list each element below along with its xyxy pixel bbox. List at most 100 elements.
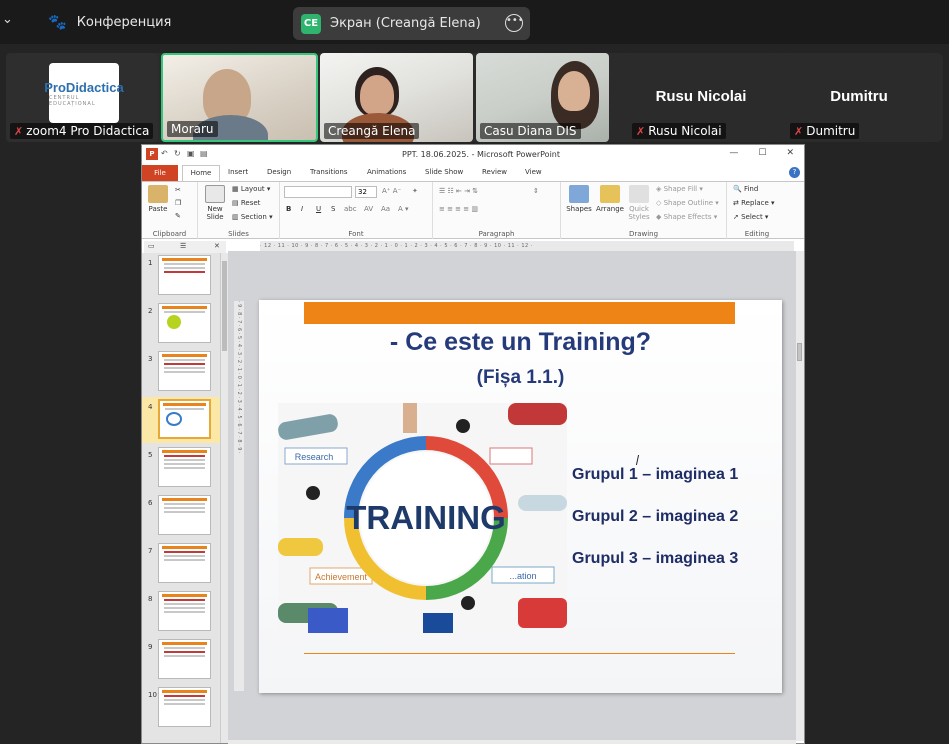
- case-icon[interactable]: Aa: [381, 205, 390, 213]
- tab-file[interactable]: File: [142, 165, 178, 181]
- bold-icon[interactable]: B: [286, 205, 291, 213]
- mic-muted-icon: ✗: [14, 124, 24, 138]
- shapes-icon: [569, 185, 589, 203]
- bullets-icon[interactable]: ☰ ☷ ⇤ ⇥ ⇅: [439, 187, 478, 195]
- slide-horizontal-scrollbar[interactable]: [228, 740, 796, 744]
- thumbnail-scrollbar[interactable]: [220, 253, 228, 743]
- copy-icon[interactable]: ❐: [175, 199, 181, 207]
- participant-video-face: [558, 71, 590, 111]
- arrange-button[interactable]: Arrange: [595, 185, 625, 213]
- open-icon[interactable]: ▤: [200, 149, 210, 159]
- participant-name: ✗ Dumitru: [790, 123, 860, 139]
- slide-thumbnail[interactable]: 2: [142, 301, 222, 347]
- screen-share-label: Экран (Creangă Elena): [330, 16, 481, 31]
- paw-icon: 🐾: [48, 13, 67, 31]
- group-1-label[interactable]: Grupul 1 – imaginea 1: [572, 466, 738, 484]
- participant-tile-creanga-elena[interactable]: Creangă Elena: [320, 53, 473, 142]
- close-pane-icon[interactable]: ✕: [214, 242, 220, 250]
- participant-tile-moraru[interactable]: Moraru: [161, 53, 318, 142]
- slides-tab-icon[interactable]: ▭: [148, 242, 155, 250]
- tab-design[interactable]: Design: [267, 168, 291, 176]
- group-slides: New Slide ▦ Layout ▾ ▤ Reset ▥ Section ▾…: [198, 182, 280, 239]
- participant-display-name: Rusu Nicolai: [655, 88, 747, 105]
- font-size-box[interactable]: 32: [355, 186, 377, 198]
- slide-thumbnail[interactable]: 3: [142, 349, 222, 395]
- new-slide-button[interactable]: New Slide: [202, 185, 228, 221]
- quick-styles-button[interactable]: Quick Styles: [625, 185, 653, 221]
- training-image[interactable]: Research Achievement ...ation TRAINING: [278, 403, 567, 633]
- slide-thumbnail[interactable]: 6: [142, 493, 222, 539]
- strike-icon[interactable]: abc: [344, 205, 357, 213]
- save-icon[interactable]: ▣: [187, 149, 197, 159]
- tag-ation: ...ation: [509, 571, 536, 581]
- conference-button[interactable]: 🐾 Конференция: [48, 13, 171, 31]
- slide-title[interactable]: - Ce este un Training?: [259, 328, 782, 357]
- clear-format-icon[interactable]: ✦: [412, 187, 418, 195]
- slide-subtitle[interactable]: (Fișa 1.1.): [259, 367, 782, 389]
- more-options-icon[interactable]: •••: [505, 14, 524, 32]
- cut-icon[interactable]: ✂: [175, 186, 181, 194]
- tab-view[interactable]: View: [525, 168, 542, 176]
- mic-muted-icon: ✗: [794, 124, 804, 138]
- select-button[interactable]: ➚ Select ▾: [733, 213, 768, 221]
- tab-home[interactable]: Home: [182, 165, 220, 182]
- tab-transitions[interactable]: Transitions: [310, 168, 348, 176]
- paste-button[interactable]: Paste: [145, 185, 171, 213]
- reset-button[interactable]: ▤ Reset: [232, 199, 260, 207]
- group-2-label[interactable]: Grupul 2 – imaginea 2: [572, 508, 738, 526]
- replace-button[interactable]: ⇄ Replace ▾: [733, 199, 775, 207]
- participant-tile-dumitru[interactable]: Dumitru ✗ Dumitru: [784, 53, 934, 142]
- vertical-ruler: · 9 · 8 · 7 · 6 · 5 · 4 · 3 · 2 · 1 · 0 …: [234, 301, 244, 691]
- pro-didactica-logo: ProDidactica CENTRUL EDUCAȚIONAL: [44, 63, 124, 123]
- redo-icon[interactable]: ↻: [174, 149, 184, 159]
- current-slide[interactable]: - Ce este un Training? (Fișa 1.1.) Resea…: [259, 300, 782, 693]
- text-direction-icon[interactable]: ⇕: [533, 187, 539, 195]
- group-3-label[interactable]: Grupul 3 – imaginea 3: [572, 550, 738, 568]
- participant-tile-rusu-nicolai[interactable]: Rusu Nicolai ✗ Rusu Nicolai: [626, 53, 776, 142]
- tab-insert[interactable]: Insert: [228, 168, 248, 176]
- participant-tile-casu-diana[interactable]: Casu Diana DIS: [476, 53, 609, 142]
- slide-thumbnail-selected[interactable]: 4: [142, 397, 222, 443]
- shape-outline-button[interactable]: ◇ Shape Outline ▾: [656, 199, 719, 207]
- underline-icon[interactable]: U: [316, 205, 321, 213]
- layout-button[interactable]: ▦ Layout ▾: [232, 185, 270, 193]
- slide-thumbnail[interactable]: 9: [142, 637, 222, 683]
- align-icons[interactable]: ≡ ≡ ≡ ≡ ▥: [439, 205, 478, 213]
- horizontal-ruler: · 12 · 11 · 10 · 9 · 8 · 7 · 6 · 5 · 4 ·…: [260, 241, 794, 251]
- font-name-box[interactable]: [284, 186, 352, 198]
- italic-icon[interactable]: I: [301, 205, 303, 213]
- slide-thumbnail[interactable]: 7: [142, 541, 222, 587]
- participant-tile-pro-didactica[interactable]: ProDidactica CENTRUL EDUCAȚIONAL ✗ zoom4…: [6, 53, 158, 142]
- close-icon[interactable]: ✕: [786, 148, 794, 158]
- format-painter-icon[interactable]: ✎: [175, 212, 181, 220]
- undo-icon[interactable]: ↶: [161, 149, 171, 159]
- participant-video-face: [360, 75, 394, 115]
- tab-animations[interactable]: Animations: [367, 168, 406, 176]
- maximize-icon[interactable]: ☐: [758, 148, 766, 158]
- outline-tab-icon[interactable]: ☰: [180, 242, 186, 250]
- slide-vertical-scrollbar[interactable]: [796, 251, 804, 741]
- slide-thumbnail[interactable]: 10: [142, 685, 222, 731]
- sharer-avatar: CE: [301, 13, 321, 34]
- minimize-icon[interactable]: —: [729, 148, 738, 158]
- font-color-icon[interactable]: A ▾: [398, 205, 409, 213]
- slide-thumbnail[interactable]: 5: [142, 445, 222, 491]
- tag-research: Research: [295, 452, 334, 462]
- shapes-button[interactable]: Shapes: [565, 185, 593, 213]
- slide-header-bar: [304, 302, 735, 324]
- find-button[interactable]: 🔍 Find: [733, 185, 758, 193]
- screen-share-tab[interactable]: CE Экран (Creangă Elena) •••: [293, 7, 530, 40]
- participant-name: Casu Diana DIS: [480, 123, 581, 139]
- grow-font-icon[interactable]: A⁺ A⁻: [382, 187, 401, 195]
- help-icon[interactable]: ?: [789, 167, 800, 178]
- spacing-icon[interactable]: AV: [364, 205, 373, 213]
- tab-slide-show[interactable]: Slide Show: [425, 168, 463, 176]
- slide-thumbnail[interactable]: 8: [142, 589, 222, 635]
- shape-effects-button[interactable]: ◆ Shape Effects ▾: [656, 213, 717, 221]
- tab-review[interactable]: Review: [482, 168, 507, 176]
- shape-fill-button[interactable]: ◈ Shape Fill ▾: [656, 185, 703, 193]
- slide-thumbnail[interactable]: 1: [142, 253, 222, 299]
- shadow-icon[interactable]: S: [331, 205, 335, 213]
- section-button[interactable]: ▥ Section ▾: [232, 213, 273, 221]
- chevron-down-icon[interactable]: ⌄: [2, 12, 13, 27]
